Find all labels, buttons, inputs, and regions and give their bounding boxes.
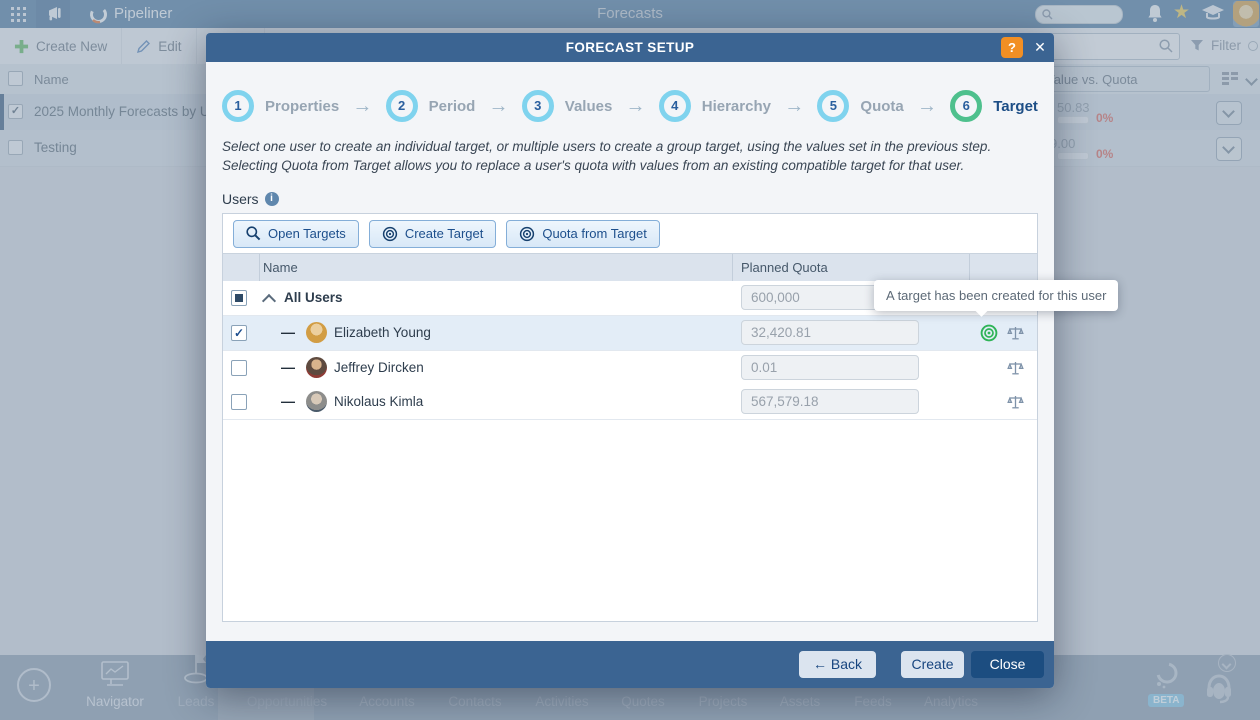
table-row-user[interactable]: — Nikolaus Kimla <box>223 385 1037 420</box>
tree-dash: — <box>281 324 295 340</box>
step-arrow-icon: → <box>626 95 646 118</box>
close-button[interactable]: Close <box>971 651 1044 678</box>
target-created-icon[interactable] <box>980 324 998 342</box>
step-arrow-icon: → <box>917 95 937 118</box>
step-arrow-icon: → <box>489 95 509 118</box>
tree-dash: — <box>281 359 295 375</box>
quota-scales-icon[interactable] <box>1007 325 1024 341</box>
help-button[interactable]: ? <box>1001 37 1023 58</box>
wizard-steps: 1Properties → 2Period → 3Values → 4Hiera… <box>222 77 1038 135</box>
table-row-user[interactable]: — Elizabeth Young <box>223 316 1037 351</box>
tree-dash: — <box>281 393 295 409</box>
user-checkbox-unchecked[interactable] <box>231 360 247 376</box>
user-name: Nikolaus Kimla <box>334 394 423 409</box>
users-panel: Open Targets Create Target Quota from Ta… <box>222 213 1038 622</box>
step-target-active[interactable]: 6Target <box>950 90 1038 122</box>
users-section-label: Users i <box>222 191 279 207</box>
create-target-button[interactable]: Create Target <box>369 220 497 248</box>
step-arrow-icon: → <box>352 95 372 118</box>
app-window: Pipeliner Forecasts ★ Create New Edit Co <box>0 0 1260 720</box>
create-button[interactable]: Create <box>901 651 964 678</box>
info-icon[interactable]: i <box>265 192 279 206</box>
avatar <box>306 357 327 378</box>
back-button[interactable]: ← Back <box>799 651 876 678</box>
quota-from-target-button[interactable]: Quota from Target <box>506 220 660 248</box>
step-values[interactable]: 3Values <box>522 90 613 122</box>
step-description: Select one user to create an individual … <box>222 137 1036 175</box>
group-checkbox-indeterminate[interactable] <box>231 290 247 306</box>
avatar <box>306 322 327 343</box>
user-checkbox-checked[interactable] <box>231 325 247 341</box>
planned-quota-input[interactable] <box>741 355 919 380</box>
open-targets-button[interactable]: Open Targets <box>233 220 359 248</box>
users-table-header: Name Planned Quota <box>223 254 1037 282</box>
search-icon <box>246 226 261 241</box>
target-created-tooltip: A target has been created for this user <box>874 280 1118 311</box>
collapse-chevron-icon[interactable] <box>262 294 276 308</box>
user-name: Elizabeth Young <box>334 325 431 340</box>
user-name: Jeffrey Dircken <box>334 360 424 375</box>
step-quota[interactable]: 5Quota <box>817 90 903 122</box>
planned-quota-input[interactable] <box>741 389 919 414</box>
group-name: All Users <box>284 290 343 305</box>
target-icon <box>382 226 398 242</box>
dialog-header: FORECAST SETUP ? ✕ <box>206 33 1054 62</box>
forecast-setup-dialog: FORECAST SETUP ? ✕ 1Properties → 2Period… <box>206 33 1054 688</box>
planned-quota-input[interactable] <box>741 320 919 345</box>
quota-scales-icon[interactable] <box>1007 394 1024 410</box>
dialog-footer: ← Back Create Close <box>206 641 1054 688</box>
target-icon <box>519 226 535 242</box>
planned-quota-column-header[interactable]: Planned Quota <box>741 260 828 275</box>
step-hierarchy[interactable]: 4Hierarchy <box>659 90 771 122</box>
step-arrow-icon: → <box>784 95 804 118</box>
step-properties[interactable]: 1Properties <box>222 90 339 122</box>
user-checkbox-unchecked[interactable] <box>231 394 247 410</box>
dialog-title: FORECAST SETUP <box>206 40 1054 55</box>
avatar <box>306 391 327 412</box>
targets-toolbar: Open Targets Create Target Quota from Ta… <box>223 214 1037 254</box>
table-row-user[interactable]: — Jeffrey Dircken <box>223 351 1037 386</box>
step-period[interactable]: 2Period <box>386 90 476 122</box>
close-icon[interactable]: ✕ <box>1030 37 1050 58</box>
name-column-header[interactable]: Name <box>263 260 298 275</box>
quota-scales-icon[interactable] <box>1007 360 1024 376</box>
